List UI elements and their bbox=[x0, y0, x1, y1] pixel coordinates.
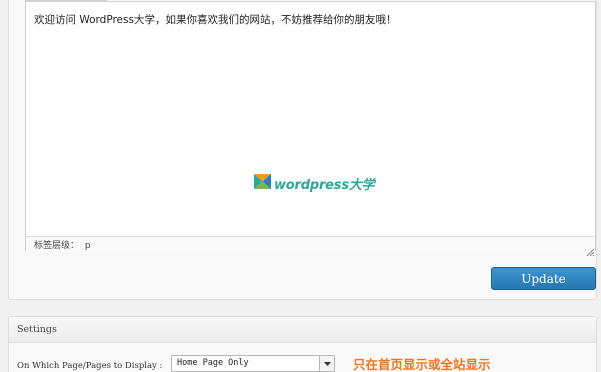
editor-statusbar: 标签层级： p bbox=[26, 236, 595, 257]
chevron-down-icon[interactable] bbox=[319, 356, 334, 371]
update-button[interactable]: Update bbox=[491, 267, 596, 290]
display-pages-select[interactable]: Home Page Only bbox=[171, 355, 335, 372]
display-annotation: 只在首页显示或全站显示 bbox=[353, 357, 491, 372]
watermark-text: wordpress大学 bbox=[274, 177, 375, 193]
path-label: 标签层级： p bbox=[34, 238, 91, 251]
display-pages-value: Home Page Only bbox=[177, 358, 249, 368]
settings-title: Settings bbox=[17, 324, 57, 335]
content-editor[interactable]: 欢迎访问 WordPress大学，如果你喜欢我们的网站，不妨推荐给你的朋友哦！ … bbox=[25, 1, 596, 257]
watermark: wordpress大学 bbox=[254, 173, 375, 193]
editor-content-text[interactable]: 欢迎访问 WordPress大学，如果你喜欢我们的网站，不妨推荐给你的朋友哦！ bbox=[34, 12, 396, 27]
wordpress-daxue-logo-icon bbox=[254, 173, 271, 193]
settings-header: Settings bbox=[9, 317, 596, 343]
resize-grip-icon[interactable] bbox=[585, 241, 595, 257]
settings-panel: Settings On Which Page/Pages to Display … bbox=[8, 316, 597, 372]
editor-panel: 欢迎访问 WordPress大学，如果你喜欢我们的网站，不妨推荐给你的朋友哦！ … bbox=[8, 0, 597, 300]
path-value[interactable]: p bbox=[85, 241, 91, 251]
display-pages-label: On Which Page/Pages to Display : bbox=[17, 361, 163, 371]
path-label-text: 标签层级： bbox=[34, 241, 80, 251]
